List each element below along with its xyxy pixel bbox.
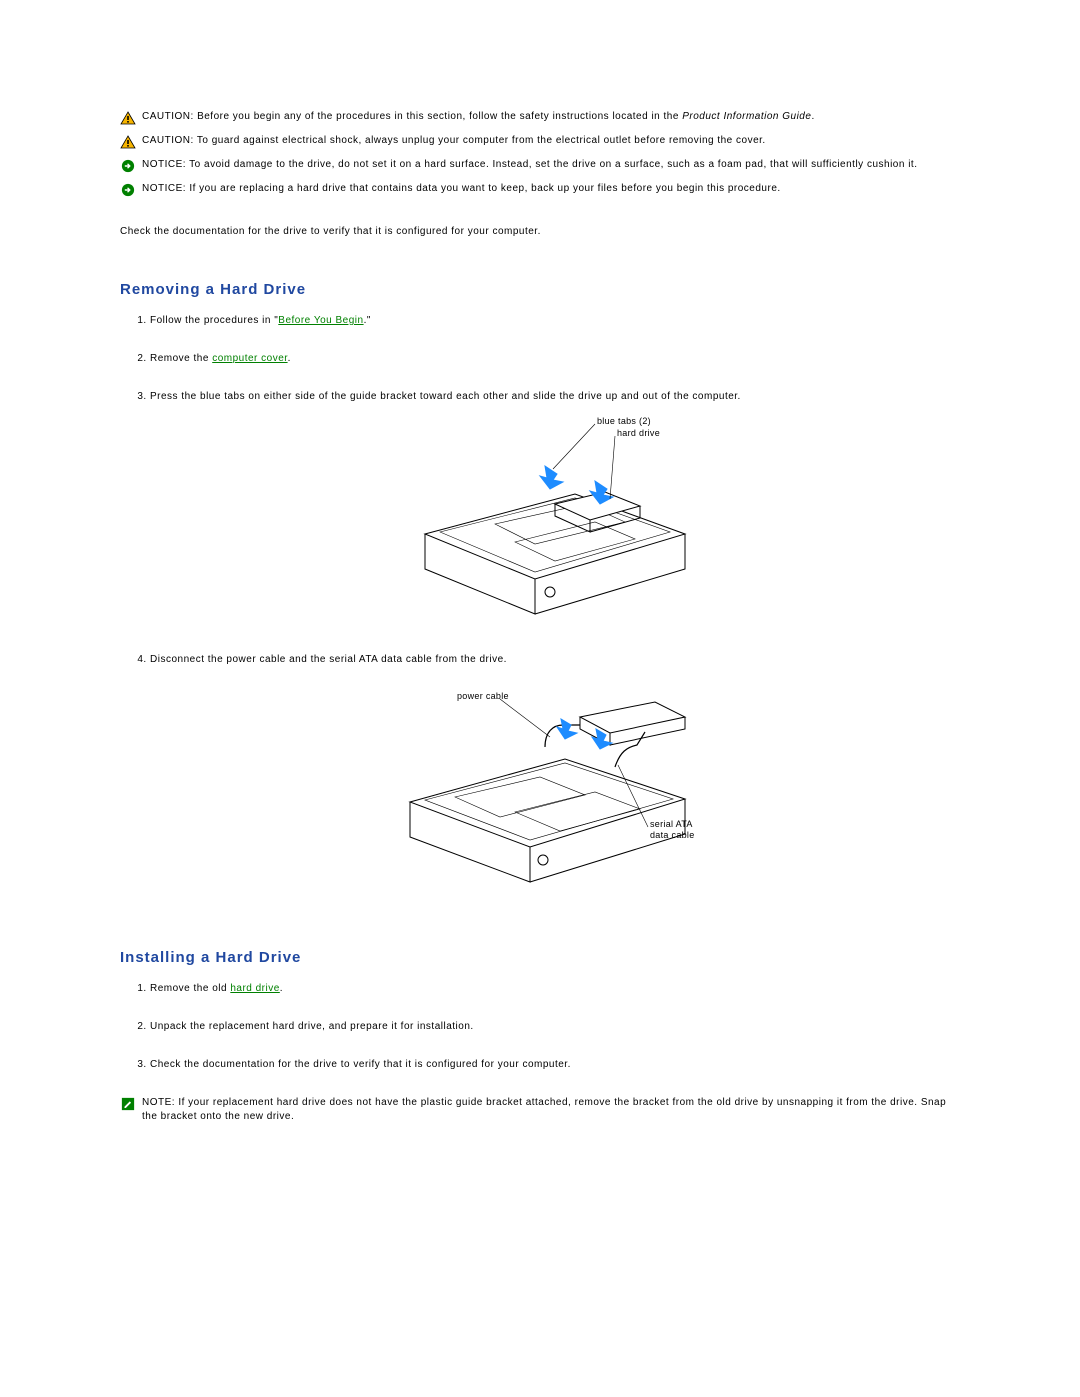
caution-row-1: CAUTION: Before you begin any of the pro… [120, 110, 960, 125]
caution-body-2: To guard against electrical shock, alway… [197, 135, 766, 146]
check-documentation-paragraph: Check the documentation for the drive to… [120, 225, 960, 239]
notice-row-1: NOTICE: To avoid damage to the drive, do… [120, 158, 960, 173]
caution-text-1: CAUTION: Before you begin any of the pro… [142, 110, 960, 124]
notice-text-2: NOTICE: If you are replacing a hard driv… [142, 182, 960, 196]
install-step1-text-a: Remove the old [150, 983, 230, 994]
heading-removing-hard-drive: Removing a Hard Drive [120, 281, 960, 298]
installing-step-2: Unpack the replacement hard drive, and p… [150, 1020, 960, 1034]
figure2-label-serial-ata: serial ATA [650, 819, 693, 829]
figure1-label-blue-tabs: blue tabs (2) [597, 416, 651, 426]
removing-step-4: Disconnect the power cable and the seria… [150, 653, 960, 907]
caution-text-2: CAUTION: To guard against electrical sho… [142, 134, 960, 148]
caution-body-1a: Before you begin any of the procedures i… [197, 111, 682, 122]
step1-text-a: Follow the procedures in " [150, 315, 278, 326]
note-text: NOTE: If your replacement hard drive doe… [142, 1096, 960, 1124]
step1-text-b: ." [364, 315, 371, 326]
caution-triangle-icon [120, 135, 136, 149]
notice-circle-icon [120, 159, 136, 173]
figure-disconnect-cables: power cable serial ATA data cable [150, 677, 960, 907]
step2-text-b: . [288, 353, 291, 364]
caution-body-1b: Product Information Guide [682, 111, 811, 122]
installing-steps-list: Remove the old hard drive. Unpack the re… [150, 982, 960, 1072]
figure-remove-drive: blue tabs (2) hard drive [150, 414, 960, 629]
step3-text: Press the blue tabs on either side of th… [150, 391, 741, 402]
notice-text-1: NOTICE: To avoid damage to the drive, do… [142, 158, 960, 172]
removing-step-2: Remove the computer cover. [150, 352, 960, 366]
caution-triangle-icon [120, 111, 136, 125]
notice-body-1: To avoid damage to the drive, do not set… [189, 159, 917, 170]
note-pencil-icon [120, 1097, 136, 1111]
installing-step-1: Remove the old hard drive. [150, 982, 960, 996]
link-before-you-begin[interactable]: Before You Begin [278, 315, 363, 326]
notice-row-2: NOTICE: If you are replacing a hard driv… [120, 182, 960, 197]
notice-lead-2: NOTICE: [142, 183, 186, 194]
figure1-label-hard-drive: hard drive [617, 428, 660, 438]
step2-text-a: Remove the [150, 353, 212, 364]
install-step1-text-b: . [280, 983, 283, 994]
caution-lead-1: CAUTION: [142, 111, 194, 122]
removing-step-3: Press the blue tabs on either side of th… [150, 390, 960, 629]
figure2-label-power-cable: power cable [457, 691, 509, 701]
notice-lead-1: NOTICE: [142, 159, 186, 170]
caution-lead-2: CAUTION: [142, 135, 194, 146]
step4-text: Disconnect the power cable and the seria… [150, 654, 507, 665]
caution-row-2: CAUTION: To guard against electrical sho… [120, 134, 960, 149]
caution-body-1c: . [811, 111, 814, 122]
removing-step-1: Follow the procedures in "Before You Beg… [150, 314, 960, 328]
installing-step-3: Check the documentation for the drive to… [150, 1058, 960, 1072]
note-lead: NOTE: [142, 1097, 175, 1108]
document-page: CAUTION: Before you begin any of the pro… [0, 0, 1080, 1397]
note-row: NOTE: If your replacement hard drive doe… [120, 1096, 960, 1124]
note-body: If your replacement hard drive does not … [142, 1097, 946, 1122]
install-step2-text: Unpack the replacement hard drive, and p… [150, 1021, 474, 1032]
notice-body-2: If you are replacing a hard drive that c… [189, 183, 780, 194]
link-hard-drive[interactable]: hard drive [230, 983, 279, 994]
figure2-label-data-cable: data cable [650, 830, 695, 840]
notice-circle-icon [120, 183, 136, 197]
removing-steps-list: Follow the procedures in "Before You Beg… [150, 314, 960, 907]
link-computer-cover[interactable]: computer cover [212, 353, 287, 364]
install-step3-text: Check the documentation for the drive to… [150, 1059, 571, 1070]
heading-installing-hard-drive: Installing a Hard Drive [120, 949, 960, 966]
